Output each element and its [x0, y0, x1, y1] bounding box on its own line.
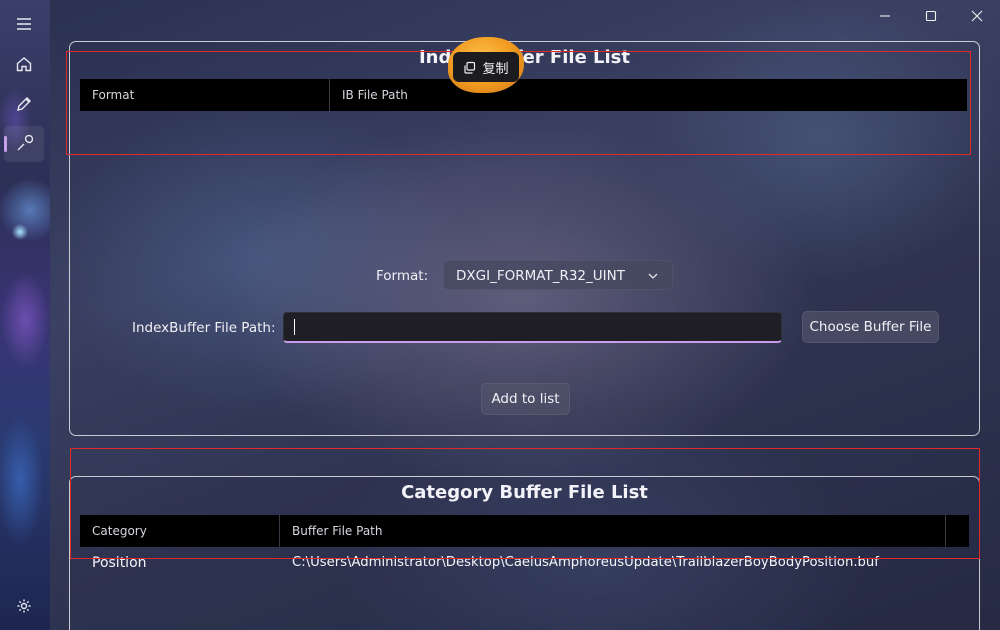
- nav-item-edit[interactable]: [4, 86, 44, 122]
- format-dropdown-value: DXGI_FORMAT_R32_UINT: [456, 268, 625, 284]
- index-buffer-card: Index Buffer File List Format IB File Pa…: [69, 41, 980, 436]
- category-buffer-grid-header: Category Buffer File Path: [80, 515, 969, 547]
- row-category: Position: [92, 555, 147, 571]
- add-to-list-button[interactable]: Add to list: [481, 383, 570, 415]
- home-icon: [16, 57, 32, 72]
- format-dropdown[interactable]: DXGI_FORMAT_R32_UINT: [443, 260, 673, 290]
- copy-label: 复制: [482, 61, 509, 77]
- nav-item-tools[interactable]: [4, 126, 44, 162]
- minimize-icon: [880, 15, 890, 17]
- chevron-down-icon: [648, 273, 658, 279]
- copy-icon: [464, 61, 476, 74]
- column-header-category[interactable]: Category: [80, 515, 280, 547]
- column-header-ib-file-path[interactable]: IB File Path: [330, 79, 967, 111]
- maximize-icon: [925, 10, 937, 22]
- pencil-icon: [17, 97, 31, 111]
- hamburger-menu-icon: [17, 18, 31, 30]
- column-header-buffer-file-path[interactable]: Buffer File Path: [280, 515, 946, 547]
- category-buffer-title: Category Buffer File List: [401, 482, 648, 503]
- maximize-button[interactable]: [908, 0, 954, 32]
- copy-button[interactable]: 复制: [453, 52, 519, 82]
- wrench-icon: [17, 135, 33, 151]
- column-header-format[interactable]: Format: [80, 79, 330, 111]
- index-buffer-grid-header: Format IB File Path: [80, 79, 967, 111]
- nav-item-home[interactable]: [4, 46, 44, 82]
- nav-item-settings[interactable]: [4, 588, 44, 624]
- format-label: Format:: [376, 268, 429, 284]
- close-icon: [971, 10, 983, 22]
- gear-icon: [17, 599, 31, 613]
- indexbuffer-path-input[interactable]: [283, 312, 782, 343]
- choose-buffer-file-button[interactable]: Choose Buffer File: [802, 311, 939, 343]
- category-buffer-card: Category Buffer File List Category Buffe…: [69, 476, 980, 630]
- minimize-button[interactable]: [862, 0, 908, 32]
- indexbuffer-path-label: IndexBuffer File Path:: [132, 320, 276, 336]
- text-caret: [294, 319, 295, 335]
- hamburger-menu-button[interactable]: [4, 6, 44, 42]
- row-buffer-file-path: C:\Users\Administrator\Desktop\CaelusAmp…: [292, 555, 879, 570]
- navigation-rail: [0, 0, 50, 630]
- index-buffer-title: Index Buffer File List: [418, 47, 631, 68]
- column-header-spacer: [946, 515, 969, 547]
- close-button[interactable]: [954, 0, 1000, 32]
